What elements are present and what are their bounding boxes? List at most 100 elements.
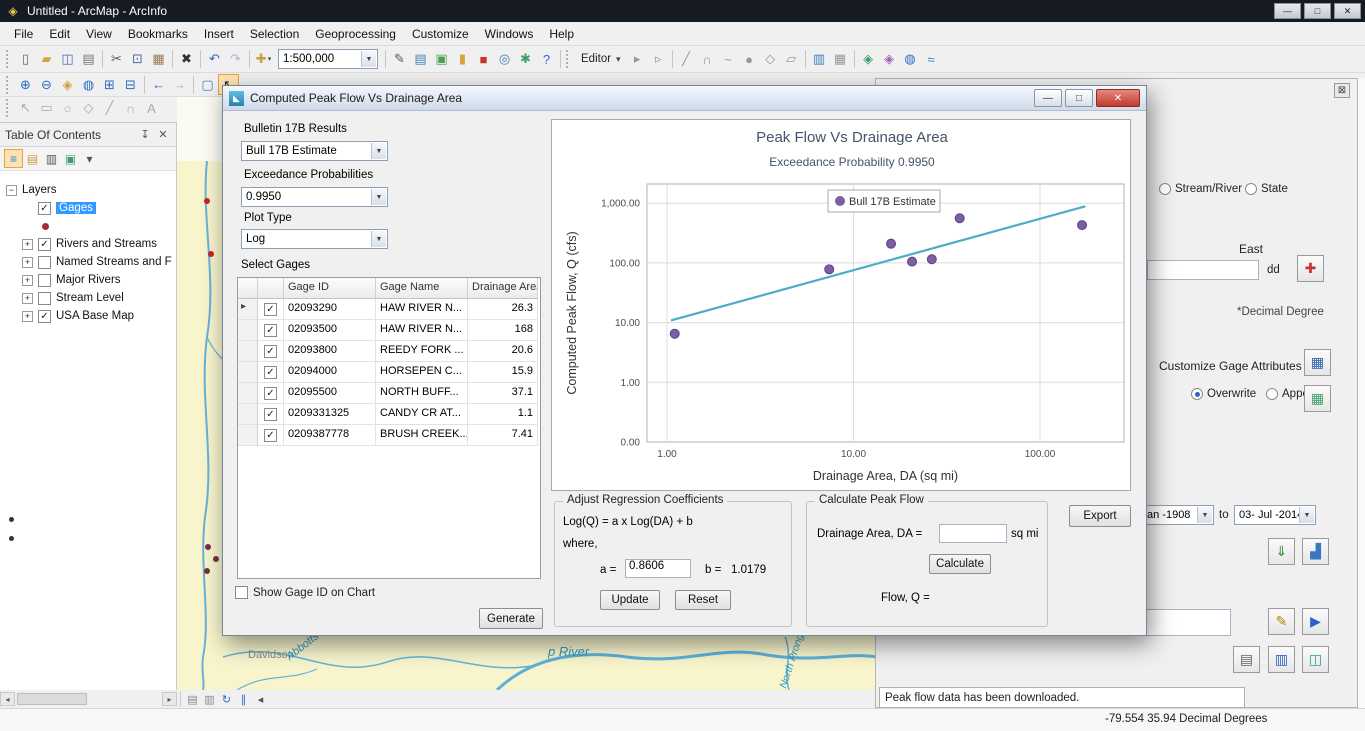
stream-tool-button[interactable]: ≈ <box>921 49 942 70</box>
gage-table[interactable]: Gage IDGage NameDrainage Area... ▸✓02093… <box>237 277 541 579</box>
scroll-left-icon[interactable]: ◂ <box>0 692 15 706</box>
basin-tool-button[interactable]: ◍ <box>900 49 921 70</box>
tree-row[interactable]: +✓USA Base Map <box>0 307 176 325</box>
new-map-button[interactable]: ▯ <box>15 49 36 70</box>
date-to-combo[interactable]: 03- Jul -2014 ▼ <box>1234 505 1316 525</box>
paste-button[interactable]: ▦ <box>148 49 169 70</box>
undo-button[interactable]: ↶ <box>204 49 225 70</box>
line-tool-button[interactable]: ╱ <box>99 98 120 119</box>
table-row[interactable]: ✓02093500HAW RIVER N...168 <box>238 320 540 341</box>
chevron-down-icon[interactable]: ▾ <box>268 55 272 63</box>
dialog-maximize-button[interactable]: □ <box>1065 89 1093 107</box>
scrollbar-track[interactable] <box>89 692 162 706</box>
gage-checkbox[interactable]: ✓ <box>264 408 277 421</box>
gage-point[interactable] <box>204 568 210 574</box>
gage-name-cell[interactable]: REEDY FORK ... <box>376 341 468 362</box>
export-button[interactable]: Export <box>1069 505 1131 527</box>
circle-tool-button[interactable]: ○ <box>57 98 78 119</box>
edit-notes-button[interactable]: ✎ <box>1268 608 1295 635</box>
redo-button[interactable]: ↷ <box>225 49 246 70</box>
pin-icon[interactable]: ↧ <box>137 127 153 143</box>
back-extent-button[interactable]: ← <box>148 74 169 95</box>
tree-row[interactable]: +Major Rivers <box>0 271 176 289</box>
list-by-selection-button[interactable]: ▣ <box>61 149 80 168</box>
gage-id-cell[interactable]: 02093800 <box>284 341 376 362</box>
menu-windows[interactable]: Windows <box>477 24 542 44</box>
gage-point[interactable] <box>9 517 14 522</box>
menu-bookmarks[interactable]: Bookmarks <box>120 24 196 44</box>
chevron-down-icon[interactable]: ▼ <box>1197 507 1212 523</box>
expand-icon[interactable]: + <box>22 257 33 268</box>
expand-icon[interactable]: + <box>22 293 33 304</box>
trace-segment-button[interactable]: ~ <box>718 49 739 70</box>
toolbar-grip[interactable] <box>566 50 571 68</box>
gage-symbol-swatch[interactable] <box>42 223 49 230</box>
map-scale-combo[interactable]: 1:500,000▼ <box>278 49 378 69</box>
toc-header[interactable]: Table Of Contents ↧ ✕ <box>0 123 176 147</box>
date-from-combo[interactable]: an -1908 ▼ <box>1142 505 1214 525</box>
bulletin-results-combo[interactable]: Bull 17B Estimate ▼ <box>241 141 388 161</box>
toolbar-grip[interactable] <box>6 50 11 68</box>
gage-point[interactable] <box>204 198 210 204</box>
drainage-area-cell[interactable]: 26.3 <box>468 299 538 320</box>
show-gage-id-checkbox[interactable]: Show Gage ID on Chart <box>235 586 375 599</box>
plot-type-combo[interactable]: Log ▼ <box>241 229 388 249</box>
drainage-area-cell[interactable]: 1.1 <box>468 404 538 425</box>
scroll-left-button[interactable]: ◂ <box>252 691 269 707</box>
polygon-tool-button[interactable]: ◇ <box>78 98 99 119</box>
reshape-feature-button[interactable]: ▱ <box>781 49 802 70</box>
calculate-button[interactable]: Calculate <box>929 554 991 574</box>
layer-visibility-checkbox[interactable] <box>38 256 51 269</box>
menu-help[interactable]: Help <box>541 24 582 44</box>
rectangle-tool-button[interactable]: ▭ <box>36 98 57 119</box>
delete-button[interactable]: ✖ <box>176 49 197 70</box>
select-graphics-button[interactable]: ↖ <box>15 98 36 119</box>
edit-vertices-button[interactable]: ◇ <box>760 49 781 70</box>
gage-checkbox[interactable]: ✓ <box>264 366 277 379</box>
menu-customize[interactable]: Customize <box>404 24 477 44</box>
curve-tool-button[interactable]: ∩ <box>120 98 141 119</box>
gage-id-cell[interactable]: 02093500 <box>284 320 376 341</box>
straight-segment-button[interactable]: ╱ <box>676 49 697 70</box>
editor-menu[interactable]: Editor▾ <box>575 49 627 69</box>
layer-label[interactable]: USA Base Map <box>56 310 134 322</box>
refresh-view-button[interactable]: ↻ <box>218 691 235 707</box>
a-coefficient-field[interactable]: 0.8606 <box>625 559 691 578</box>
model-builder-button[interactable]: ✱ <box>515 49 536 70</box>
table-row[interactable]: ✓0209331325CANDY CR AT...1.1 <box>238 404 540 425</box>
gage-id-cell[interactable]: 0209331325 <box>284 404 376 425</box>
panel-close-icon[interactable]: ⊠ <box>1334 83 1350 98</box>
column-header[interactable]: Gage ID <box>284 278 376 299</box>
chevron-down-icon[interactable]: ▼ <box>361 51 376 67</box>
layout-view-button[interactable]: ▥ <box>201 691 218 707</box>
tree-row[interactable]: +Stream Level <box>0 289 176 307</box>
overwrite-radio[interactable]: Overwrite <box>1191 388 1256 400</box>
gage-name-cell[interactable]: HORSEPEN C... <box>376 362 468 383</box>
drainage-area-cell[interactable]: 20.6 <box>468 341 538 362</box>
list-by-source-button[interactable]: ▤ <box>23 149 42 168</box>
chevron-down-icon[interactable]: ▼ <box>371 189 386 205</box>
forward-extent-button[interactable]: → <box>169 74 190 95</box>
exceedance-combo[interactable]: 0.9950 ▼ <box>241 187 388 207</box>
chevron-down-icon[interactable]: ▼ <box>1299 507 1314 523</box>
expand-icon[interactable]: + <box>22 239 33 250</box>
gage-name-cell[interactable]: BRUSH CREEK... <box>376 425 468 446</box>
fixed-zoom-in-button[interactable]: ⊞ <box>99 74 120 95</box>
toolbar-grip[interactable] <box>6 76 11 94</box>
print-button[interactable]: ▤ <box>78 49 99 70</box>
layer-label[interactable]: Gages <box>56 202 96 214</box>
close-icon[interactable]: ✕ <box>155 127 171 143</box>
layer-label[interactable]: Rivers and Streams <box>56 238 157 250</box>
scrollbar-thumb[interactable] <box>17 693 87 705</box>
zoom-in-button[interactable]: ⊕ <box>15 74 36 95</box>
create-features-button[interactable]: ▹ <box>648 49 669 70</box>
drainage-area-cell[interactable]: 15.9 <box>468 362 538 383</box>
window-titlebar[interactable]: ◈ Untitled - ArcMap - ArcInfo — □ ✕ <box>0 0 1365 22</box>
table-options-button[interactable]: ▤ <box>410 49 431 70</box>
sketch-properties-button[interactable]: ▦ <box>830 49 851 70</box>
column-header[interactable]: Drainage Area... <box>468 278 538 299</box>
gage-point[interactable] <box>208 251 214 257</box>
collapse-icon[interactable]: − <box>6 185 17 196</box>
gage-point[interactable] <box>9 536 14 541</box>
text-tool-button[interactable]: A <box>141 98 162 119</box>
